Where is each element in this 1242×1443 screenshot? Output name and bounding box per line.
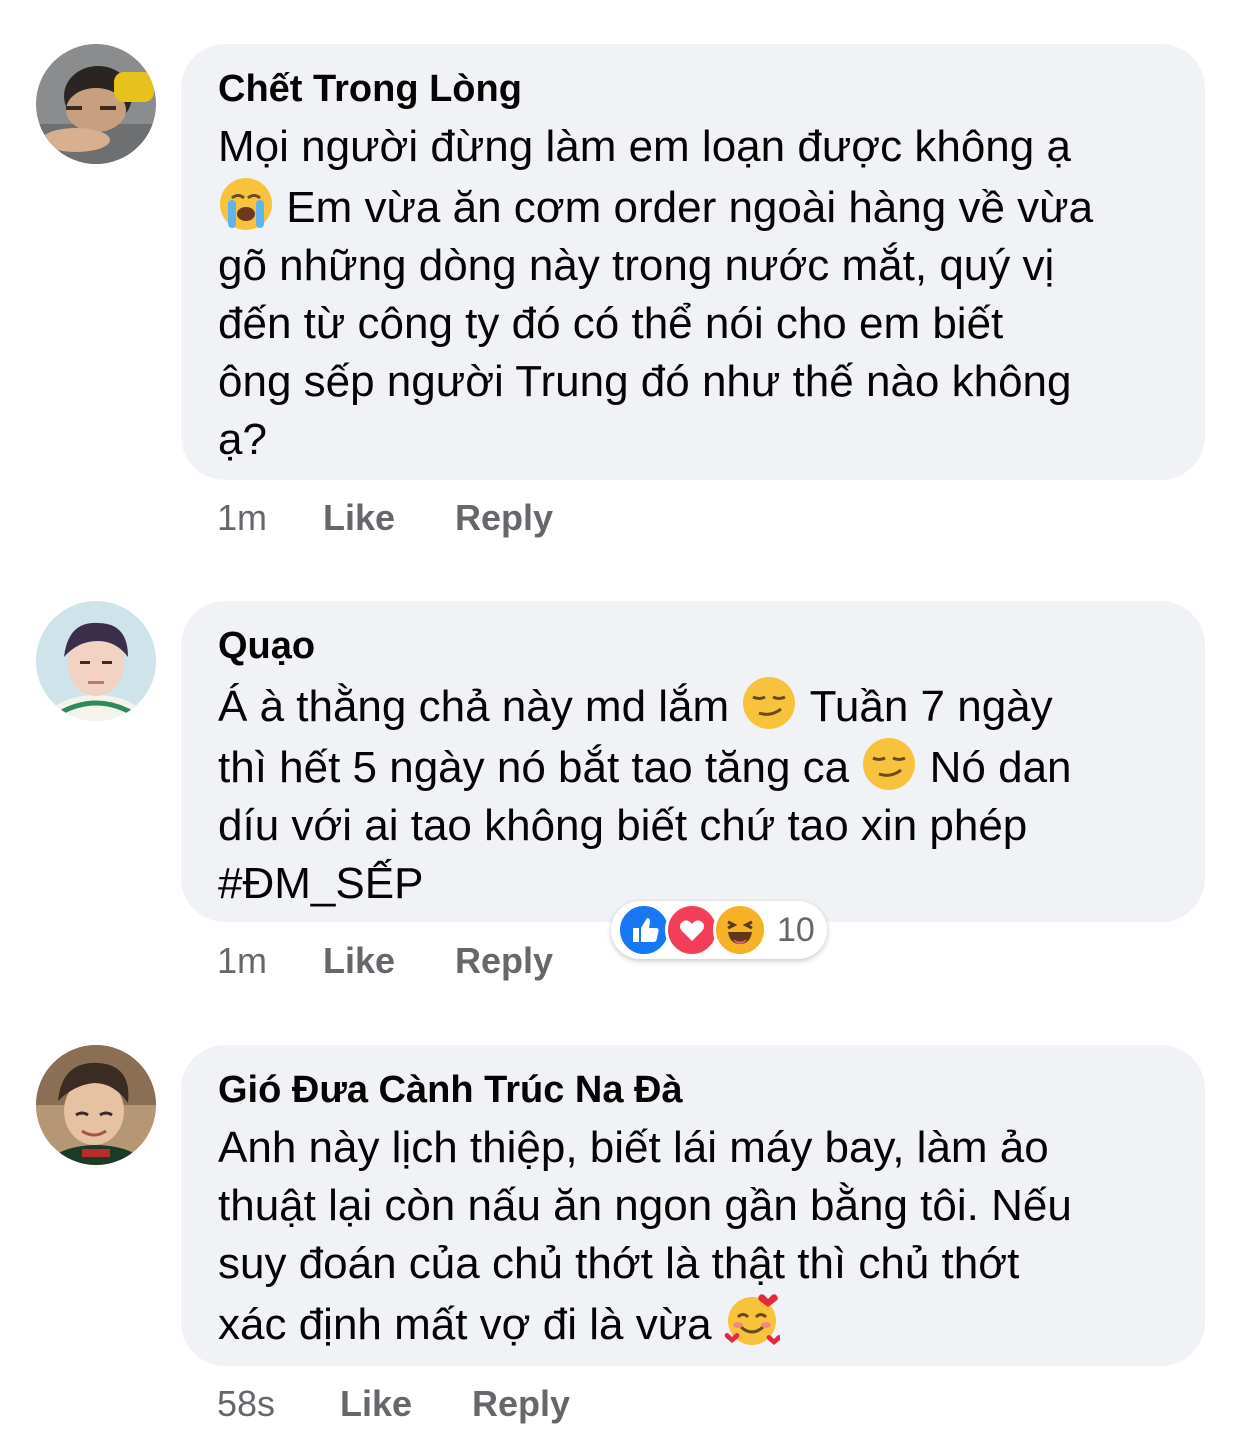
comment-author[interactable]: Quạo (218, 623, 1175, 669)
comment-bubble: Gió Đưa Cành Trúc Na Đà Anh này lịch thi… (181, 1045, 1205, 1366)
reply-button[interactable]: Reply (455, 496, 553, 540)
comment-author[interactable]: Chết Trong Lòng (218, 66, 1175, 112)
comment-line: Nó dan (929, 743, 1072, 792)
comment-line: ông sếp người Trung đó như thế nào không (218, 357, 1072, 406)
comment-line-with-emoji: xác định mất vợ đi là vừa (218, 1293, 1175, 1354)
comment-timestamp[interactable]: 1m (217, 939, 323, 983)
smirking-face-icon (743, 677, 796, 729)
comment-bubble: Quạo Á à thằng chả này md lắm Tuần 7 ngà… (181, 601, 1205, 922)
like-reaction-icon (617, 903, 671, 957)
comment-timestamp[interactable]: 58s (217, 1382, 340, 1426)
avatar-photo (36, 44, 156, 164)
comment-actions: 1m Like Reply (217, 496, 553, 540)
reply-button[interactable]: Reply (472, 1382, 570, 1426)
comment-timestamp[interactable]: 1m (217, 496, 323, 540)
avatar[interactable] (36, 44, 156, 164)
avatar-photo (36, 601, 156, 721)
comment-text: Á à thằng chả này md lắm Tuần 7 ngày thì… (218, 675, 1175, 913)
comment-line: suy đoán của chủ thớt là thật thì chủ th… (218, 1239, 1020, 1288)
comment-bubble: Chết Trong Lòng Mọi người đừng làm em lo… (181, 44, 1205, 480)
comment-actions: 58s Like Reply (217, 1382, 570, 1426)
haha-reaction-icon (713, 903, 767, 957)
avatar-photo (36, 1045, 156, 1165)
comment-line-with-emoji: Em vừa ăn cơm order ngoài hàng về vừa (218, 176, 1175, 237)
comment-line: Á à thằng chả này md lắm (218, 682, 730, 731)
avatar[interactable] (36, 601, 156, 721)
comment-line: díu với ai tao không biết chứ tao xin ph… (218, 801, 1028, 850)
comment-text: Anh này lịch thiệp, biết lái máy bay, là… (218, 1119, 1175, 1354)
comment-line: ạ? (218, 415, 267, 464)
comment-line-with-emoji: Á à thằng chả này md lắm Tuần 7 ngày (218, 675, 1175, 736)
comment-line: Tuần 7 ngày (809, 682, 1053, 731)
comment-line: Mọi người đừng làm em loạn được không ạ (218, 122, 1071, 171)
comment-line: Anh này lịch thiệp, biết lái máy bay, là… (218, 1123, 1049, 1172)
comment-line: thuật lại còn nấu ăn ngon gần bằng tôi. … (218, 1181, 1072, 1230)
like-button[interactable]: Like (323, 939, 455, 983)
smirking-face-icon (863, 738, 916, 790)
loudly-crying-face-icon (220, 178, 272, 230)
reply-button[interactable]: Reply (455, 939, 553, 983)
reaction-count: 10 (777, 910, 815, 949)
comment-line-with-emoji: thì hết 5 ngày nó bắt tao tăng ca Nó dan (218, 736, 1175, 797)
comment-text: Mọi người đừng làm em loạn được không ạ … (218, 118, 1175, 469)
love-reaction-icon (665, 903, 719, 957)
comment-line: đến từ công ty đó có thể nói cho em biết (218, 299, 1004, 348)
comment-line: Em vừa ăn cơm order ngoài hàng về vừa (286, 183, 1094, 232)
comment-author[interactable]: Gió Đưa Cành Trúc Na Đà (218, 1067, 1175, 1113)
comment-line: thì hết 5 ngày nó bắt tao tăng ca (218, 743, 850, 792)
reactions-summary[interactable]: 10 (611, 901, 827, 959)
comment-actions: 1m Like Reply (217, 939, 553, 983)
like-button[interactable]: Like (340, 1382, 472, 1426)
comment-line: xác định mất vợ đi là vừa (218, 1300, 712, 1349)
smiling-face-with-hearts-icon (724, 1294, 780, 1345)
comment-line: gõ những dòng này trong nước mắt, quý vị (218, 241, 1055, 290)
avatar[interactable] (36, 1045, 156, 1165)
like-button[interactable]: Like (323, 496, 455, 540)
